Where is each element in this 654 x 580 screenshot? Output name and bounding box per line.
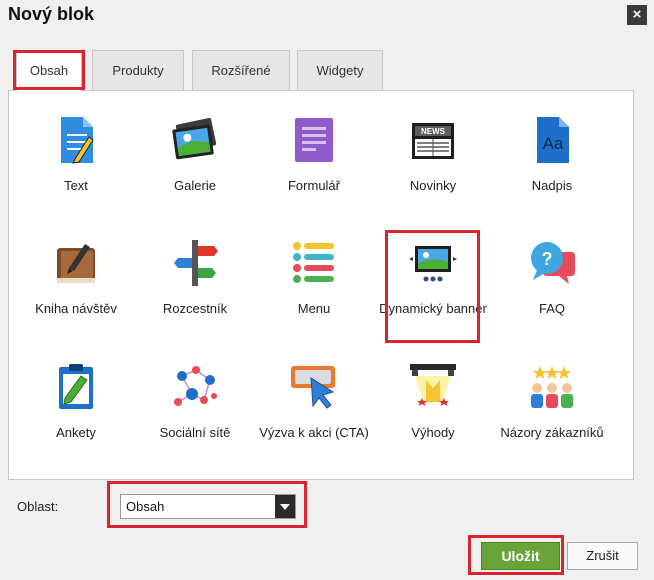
benefits-icon <box>410 364 456 406</box>
block-label: FAQ <box>538 301 565 316</box>
block-label: Nadpis <box>531 178 573 193</box>
social-network-icon <box>174 366 217 406</box>
block-menu[interactable]: Menu <box>254 238 374 328</box>
cta-icon <box>291 366 335 409</box>
area-select[interactable]: Obsah <box>120 494 296 519</box>
block-label: Novinky <box>409 178 457 193</box>
dialog-titlebar: Nový blok × <box>0 0 654 30</box>
svg-text:NEWS: NEWS <box>421 127 446 136</box>
block-gallery[interactable]: Galerie <box>135 115 255 205</box>
guestbook-icon <box>57 244 95 283</box>
block-news[interactable]: NEWS Novinky <box>373 115 493 205</box>
newspaper-icon: NEWS <box>412 123 454 159</box>
area-select-value: Obsah <box>126 499 165 514</box>
tab-widgety[interactable]: Widgety <box>297 50 383 90</box>
block-label: Menu <box>297 301 331 316</box>
poll-icon <box>59 364 93 409</box>
svg-text:?: ? <box>542 249 553 269</box>
banner-slider-icon <box>409 246 457 282</box>
block-benefits[interactable]: Výhody <box>373 362 493 452</box>
block-label: Kniha návštěv <box>35 301 117 316</box>
block-label: Galerie <box>174 178 216 193</box>
svg-text:Aa: Aa <box>543 134 564 153</box>
block-label: Výhody <box>411 425 455 440</box>
block-testimonials[interactable]: Názory zákazníků <box>492 362 612 462</box>
block-label: Rozcestník <box>162 301 228 316</box>
block-form[interactable]: Formulář <box>254 115 374 205</box>
form-icon <box>295 118 333 162</box>
block-faq[interactable]: ? FAQ <box>492 238 612 328</box>
block-heading[interactable]: Aa Nadpis <box>492 115 612 205</box>
block-social[interactable]: Sociální sítě <box>135 362 255 452</box>
save-button[interactable]: Uložit <box>481 542 560 570</box>
gallery-icon <box>172 117 217 160</box>
faq-icon: ? <box>531 242 575 284</box>
block-label: Ankety <box>56 425 96 440</box>
block-dynamic-banner[interactable]: Dynamický banner <box>373 238 493 338</box>
heading-icon: Aa <box>537 117 569 163</box>
block-label: Názory zákazníků <box>500 425 604 440</box>
block-label: Sociální sítě <box>159 425 231 440</box>
block-guestbook[interactable]: Kniha návštěv <box>16 238 136 328</box>
dialog-title: Nový blok <box>8 4 95 24</box>
block-label: Výzva k akci (CTA) <box>259 425 369 440</box>
testimonials-icon <box>531 366 573 408</box>
block-label: Text <box>64 178 88 193</box>
block-label: Formulář <box>287 178 340 193</box>
area-label: Oblast: <box>17 499 59 514</box>
text-document-icon <box>61 117 94 164</box>
signpost-icon <box>174 240 218 286</box>
chevron-down-icon[interactable] <box>275 495 295 518</box>
block-text[interactable]: Text <box>16 115 136 205</box>
block-label: Dynamický banner <box>379 301 487 316</box>
tab-obsah[interactable]: Obsah <box>16 50 82 91</box>
menu-icon <box>293 242 334 283</box>
tab-rozsirene[interactable]: Rozšířené <box>192 50 290 90</box>
tab-produkty[interactable]: Produkty <box>92 50 184 90</box>
block-poll[interactable]: Ankety <box>16 362 136 452</box>
close-button[interactable]: × <box>627 5 647 25</box>
block-signpost[interactable]: Rozcestník <box>135 238 255 328</box>
block-cta[interactable]: Výzva k akci (CTA) <box>254 362 374 462</box>
cancel-button[interactable]: Zrušit <box>567 542 638 570</box>
